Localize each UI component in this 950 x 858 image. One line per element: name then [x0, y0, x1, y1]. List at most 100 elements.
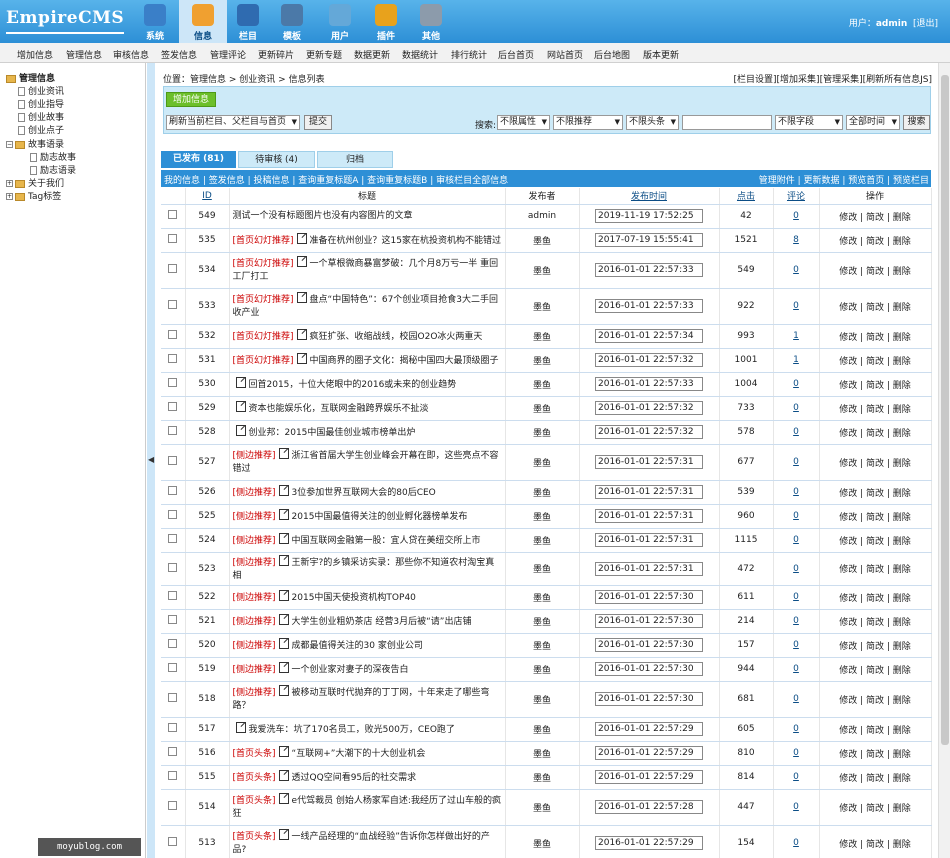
row-checkbox[interactable] [168, 426, 178, 435]
time-select[interactable]: 全部时间 [846, 115, 900, 130]
row-ops[interactable]: 修改 | 简改 | 删除 [819, 825, 932, 858]
row-checkbox[interactable] [168, 234, 178, 243]
row-comments-link[interactable]: 0 [793, 511, 799, 521]
submit-button[interactable]: 提交 [304, 115, 332, 130]
column-header[interactable]: 评论 [773, 188, 820, 205]
refresh-select[interactable]: 刷新当前栏目、父栏目与首页 [166, 115, 300, 130]
breadcrumb-link-column[interactable]: 创业资讯 [239, 75, 275, 85]
row-comments-link[interactable]: 1 [793, 355, 799, 365]
breadcrumb-link-manage[interactable]: 管理信息 [190, 75, 226, 85]
nav-template[interactable]: 模板 [268, 0, 316, 43]
row-comments-link[interactable]: 0 [793, 694, 799, 704]
edit-title-icon[interactable] [296, 256, 307, 267]
edit-title-icon[interactable] [278, 661, 289, 673]
recommend-select[interactable]: 不限推荐 [553, 115, 623, 130]
tree-folder-tags[interactable]: + Tag标签 [6, 189, 61, 202]
row-title-link[interactable]: 疯狂扩张、收缩战线，校园O2O冰火两重天 [310, 332, 483, 342]
panel-splitter[interactable]: ◀ [147, 63, 155, 858]
column-header[interactable]: 发布时间 [579, 188, 720, 205]
nav-edit[interactable]: 信息 [179, 0, 227, 43]
tree-sub-item[interactable]: 励志故事 [30, 150, 76, 163]
nav-folder[interactable]: 栏目 [224, 0, 272, 43]
row-ops[interactable]: 修改 | 简改 | 删除 [819, 585, 932, 610]
edit-title-icon[interactable] [296, 292, 307, 303]
headline-select[interactable]: 不限头条 [626, 115, 679, 130]
menu-item[interactable]: 管理评论 [210, 48, 246, 61]
tree-item[interactable]: 创业资讯 [18, 84, 64, 97]
edit-title-icon[interactable] [278, 613, 289, 625]
row-time-input[interactable]: 2016-01-01 22:57:30 [595, 638, 703, 652]
row-comments-link[interactable]: 0 [793, 802, 799, 812]
row-time-input[interactable]: 2016-01-01 22:57:30 [595, 614, 703, 628]
row-time-input[interactable]: 2016-01-01 22:57:32 [595, 353, 703, 367]
menu-item[interactable]: 后台首页 [498, 48, 534, 61]
edit-title-icon[interactable] [296, 328, 307, 340]
add-info-button[interactable]: 增加信息 [166, 92, 217, 107]
row-ops[interactable]: 修改 | 简改 | 删除 [819, 204, 932, 229]
row-title-link[interactable]: 中国商界的圈子文化：揭秘中国四大最顶级圈子 [310, 356, 499, 366]
row-checkbox[interactable] [168, 693, 178, 702]
nav-plugin[interactable]: 插件 [362, 0, 410, 43]
row-ops[interactable]: 修改 | 简改 | 删除 [819, 444, 932, 481]
row-comments-link[interactable]: 0 [793, 379, 799, 389]
row-title-link[interactable]: 大学生创业粗奶茶店 经营3月后被“请”出店铺 [292, 617, 472, 627]
tree-item[interactable]: 创业故事 [18, 110, 64, 123]
row-time-input[interactable]: 2019-11-19 17:52:25 [595, 209, 703, 223]
row-title-link[interactable]: 我爱洗车：坑了170名员工，败光500万，CEO跑了 [249, 725, 455, 735]
edit-title-icon[interactable] [278, 769, 289, 781]
row-time-input[interactable]: 2016-01-01 22:57:30 [595, 590, 703, 604]
row-comments-link[interactable]: 0 [793, 748, 799, 758]
row-checkbox[interactable] [168, 615, 178, 624]
row-time-input[interactable]: 2017-07-19 15:55:41 [595, 233, 703, 247]
column-header[interactable]: ID [185, 188, 230, 205]
row-comments-link[interactable]: 1 [793, 331, 799, 341]
row-ops[interactable]: 修改 | 简改 | 删除 [819, 348, 932, 373]
top-link[interactable]: [管理采集] [820, 75, 863, 85]
row-time-input[interactable]: 2016-01-01 22:57:33 [595, 299, 703, 313]
row-title-link[interactable]: “互联网+”大潮下的十大创业机会 [292, 749, 426, 759]
row-ops[interactable]: 修改 | 简改 | 删除 [819, 657, 932, 682]
row-comments-link[interactable]: 0 [793, 640, 799, 650]
menu-item[interactable]: 后台地图 [594, 48, 630, 61]
row-ops[interactable]: 修改 | 简改 | 删除 [819, 552, 932, 586]
row-ops[interactable]: 修改 | 简改 | 删除 [819, 609, 932, 634]
menu-item[interactable]: 网站首页 [547, 48, 583, 61]
edit-title-icon[interactable] [278, 637, 289, 649]
row-ops[interactable]: 修改 | 简改 | 删除 [819, 528, 932, 553]
menu-item[interactable]: 增加信息 [17, 48, 53, 61]
row-checkbox[interactable] [168, 264, 178, 273]
row-comments-link[interactable]: 0 [793, 211, 799, 221]
row-time-input[interactable]: 2016-01-01 22:57:32 [595, 425, 703, 439]
row-checkbox[interactable] [168, 456, 178, 465]
tree-sub-item[interactable]: 励志语录 [30, 163, 76, 176]
row-time-input[interactable]: 2016-01-01 22:57:33 [595, 377, 703, 391]
row-title-link[interactable]: 创业邦：2015中国最佳创业城市榜单出炉 [249, 428, 416, 438]
row-ops[interactable]: 修改 | 简改 | 删除 [819, 717, 932, 742]
edit-title-icon[interactable] [278, 448, 289, 459]
row-ops[interactable]: 修改 | 简改 | 删除 [819, 741, 932, 766]
row-comments-link[interactable]: 0 [793, 301, 799, 311]
row-time-input[interactable]: 2016-01-01 22:57:34 [595, 329, 703, 343]
row-checkbox[interactable] [168, 771, 178, 780]
edit-title-icon[interactable] [235, 721, 246, 733]
menu-item[interactable]: 数据统计 [402, 48, 438, 61]
row-checkbox[interactable] [168, 486, 178, 495]
menu-item[interactable]: 数据更新 [354, 48, 390, 61]
tree-root[interactable]: 管理信息 [6, 71, 55, 84]
row-checkbox[interactable] [168, 663, 178, 672]
edit-title-icon[interactable] [296, 352, 307, 364]
row-ops[interactable]: 修改 | 简改 | 删除 [819, 765, 932, 790]
row-time-input[interactable]: 2016-01-01 22:57:29 [595, 836, 703, 850]
right-function-links[interactable]: 管理附件 | 更新数据 | 预览首页 | 预览栏目 [759, 173, 929, 186]
row-title-link[interactable]: 测试一个没有标题图片也没有内容图片的文章 [233, 211, 413, 221]
edit-title-icon[interactable] [278, 532, 289, 544]
row-comments-link[interactable]: 0 [793, 457, 799, 467]
tree-folder-stories[interactable]: − 故事语录 [6, 137, 64, 150]
nav-user[interactable]: 用户 [316, 0, 364, 43]
row-ops[interactable]: 修改 | 简改 | 删除 [819, 681, 932, 718]
row-comments-link[interactable]: 0 [793, 724, 799, 734]
edit-title-icon[interactable] [235, 376, 246, 388]
row-checkbox[interactable] [168, 378, 178, 387]
column-header[interactable]: 点击 [719, 188, 774, 205]
row-time-input[interactable]: 2016-01-01 22:57:29 [595, 746, 703, 760]
